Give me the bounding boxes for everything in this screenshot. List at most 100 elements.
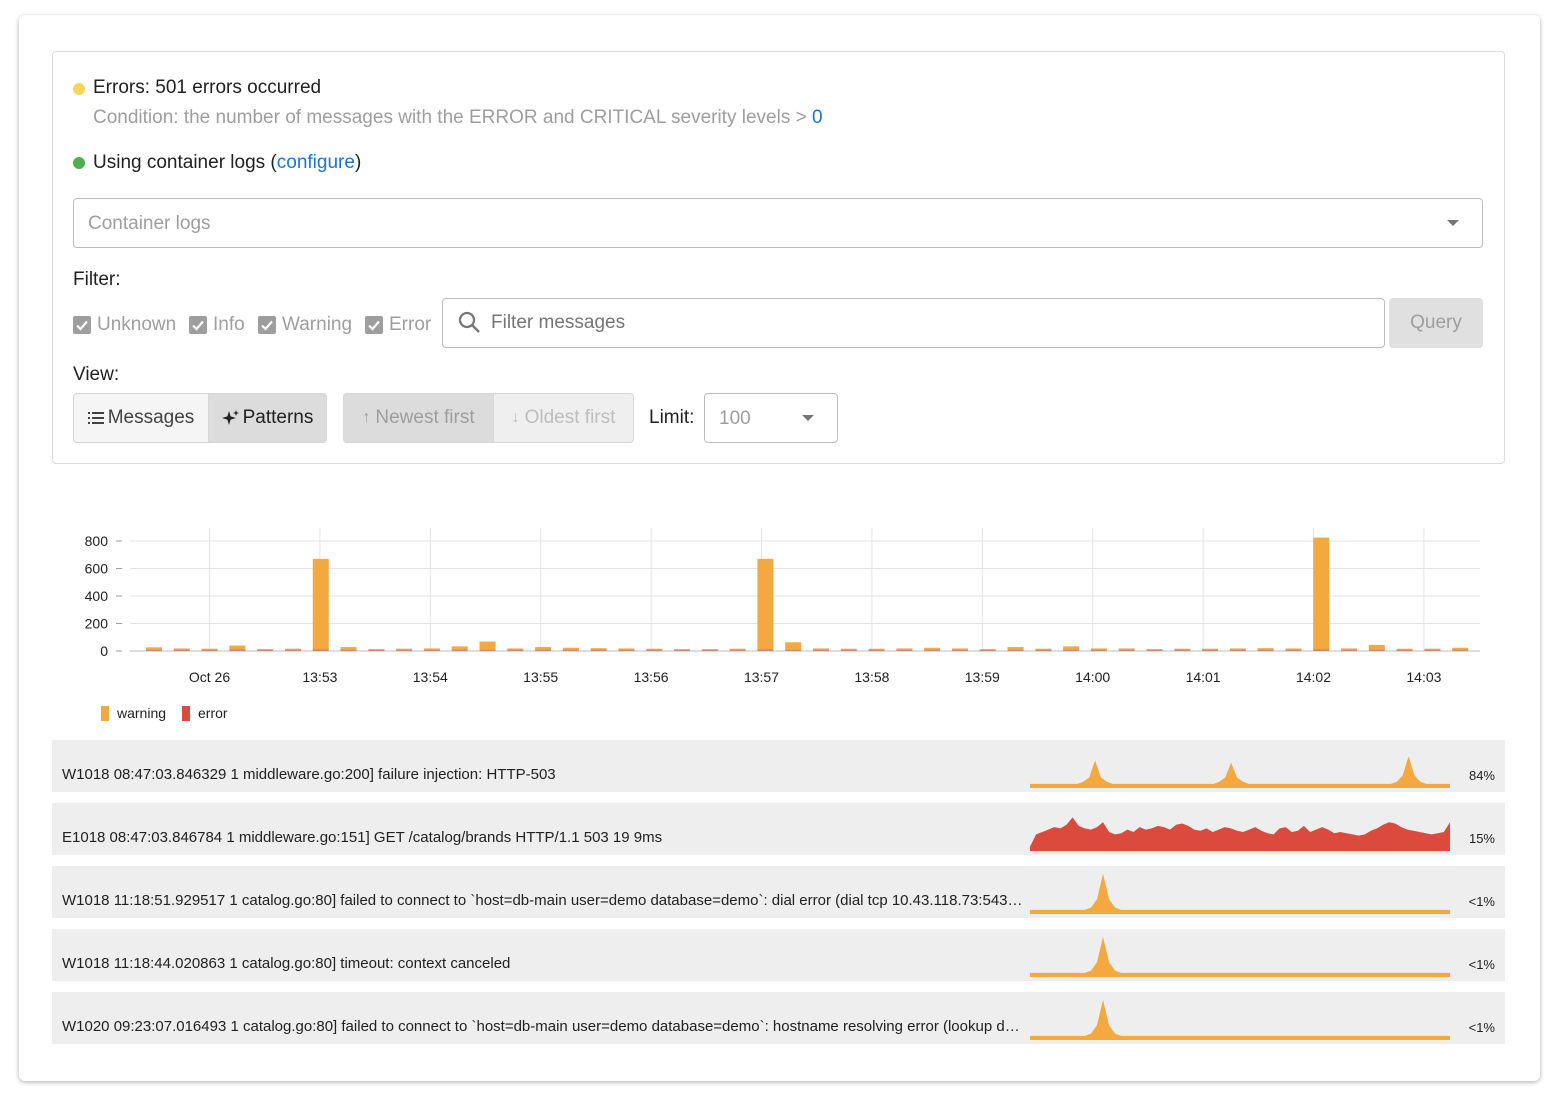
bar-warning	[868, 648, 885, 650]
container-logs-select[interactable]: Container logs	[73, 198, 1483, 248]
bar-warning	[173, 648, 190, 650]
pattern-sparkline	[1030, 999, 1450, 1040]
sparkline-area	[1030, 756, 1450, 788]
search-icon	[458, 311, 480, 333]
bar-warning	[201, 648, 218, 650]
x-tick-label: 14:00	[1075, 669, 1110, 685]
bar-warning	[979, 649, 996, 650]
bar-warning	[562, 647, 579, 650]
filter-label: Filter:	[73, 269, 121, 290]
bar-warning	[396, 648, 413, 650]
bar-warning	[1396, 648, 1413, 650]
limit-select-value: 100	[719, 408, 751, 429]
patterns-view-button[interactable]: Patterns	[208, 393, 327, 443]
messages-view-label: Messages	[107, 407, 195, 428]
checkbox-warning[interactable]	[258, 316, 276, 334]
legend-warning-label: warning	[117, 705, 167, 721]
bar-warning	[1202, 648, 1219, 650]
x-tick-label: 13:56	[634, 669, 669, 685]
pattern-row[interactable]: E1018 08:47:03.846784 1 middleware.go:15…	[52, 803, 1505, 855]
newest-first-label: Newest first	[375, 407, 475, 428]
query-button[interactable]: Query	[1389, 298, 1483, 348]
bar-warning	[1146, 649, 1163, 650]
bar-warning	[1063, 646, 1080, 650]
messages-view-button[interactable]: Messages	[73, 393, 209, 443]
filter-messages-input[interactable]	[491, 309, 1361, 337]
pattern-percent: <1%	[1468, 1020, 1495, 1035]
x-tick-label: 14:03	[1406, 669, 1441, 685]
y-tick-label: 600	[85, 561, 109, 577]
checkbox-unknown[interactable]	[73, 316, 91, 334]
newest-first-button[interactable]: ↑ Newest first	[343, 393, 494, 443]
checkbox-error[interactable]	[365, 316, 383, 334]
bar-warning	[1452, 647, 1469, 650]
arrow-down-icon: ↓	[511, 409, 520, 426]
condition-threshold-link[interactable]: 0	[812, 107, 823, 128]
pattern-row[interactable]: W1020 09:23:07.016493 1 catalog.go:80] f…	[52, 992, 1505, 1044]
pattern-sparkline	[1030, 756, 1450, 788]
check-icon	[192, 320, 204, 331]
oldest-first-button[interactable]: ↓ Oldest first	[493, 393, 634, 443]
check-icon	[261, 320, 273, 331]
bar-warning	[924, 647, 941, 650]
pattern-row[interactable]: W1018 11:18:51.929517 1 catalog.go:80] f…	[52, 866, 1505, 918]
bar-warning	[257, 649, 274, 650]
pattern-percent: 84%	[1468, 768, 1495, 783]
x-tick-label: 13:53	[302, 669, 337, 685]
check-icon	[368, 320, 380, 331]
sparkline-area	[1030, 999, 1450, 1040]
check-icon	[76, 320, 88, 331]
checkbox-error-label: Error	[389, 314, 432, 335]
checkbox-info-label: Info	[213, 314, 245, 335]
bar-warning	[1118, 648, 1135, 650]
sparkle-icon	[221, 410, 239, 425]
bar-warning	[479, 641, 496, 650]
container-logs-select-value: Container logs	[88, 213, 211, 234]
legend-warning-swatch	[101, 706, 109, 721]
bar-warning	[701, 649, 718, 650]
pattern-row[interactable]: W1018 11:18:44.020863 1 catalog.go:80] t…	[52, 929, 1505, 981]
pattern-text: W1018 11:18:51.929517 1 catalog.go:80] f…	[62, 892, 1024, 909]
bar-warning	[1313, 537, 1330, 650]
pattern-text: W1018 08:47:03.846329 1 middleware.go:20…	[62, 766, 556, 783]
sparkline-area	[1030, 873, 1450, 914]
bar-warning	[674, 649, 691, 650]
legend-error-label: error	[198, 705, 228, 721]
bar-warning	[451, 646, 468, 650]
x-tick-label: 13:59	[965, 669, 1000, 685]
bar-warning	[813, 648, 829, 650]
checkbox-info[interactable]	[189, 316, 207, 334]
limit-select[interactable]: 100	[704, 393, 838, 443]
bar-warning	[146, 647, 162, 650]
pattern-text: E1018 08:47:03.846784 1 middleware.go:15…	[62, 829, 663, 846]
configure-link[interactable]: configure	[277, 152, 355, 173]
bar-warning	[1424, 648, 1441, 650]
x-tick-label: 13:58	[854, 669, 889, 685]
bar-warning	[1368, 644, 1385, 650]
bar-warning	[284, 648, 301, 650]
bar-warning	[1341, 648, 1358, 650]
pattern-row[interactable]: W1018 08:47:03.846329 1 middleware.go:20…	[52, 740, 1505, 792]
bar-warning	[1035, 648, 1052, 650]
status-dot-icon	[73, 83, 85, 95]
sparkline-area	[1030, 817, 1450, 851]
condition-line: Condition: the number of messages with t…	[93, 106, 823, 130]
bar-warning	[1285, 648, 1302, 650]
pattern-sparkline	[1030, 936, 1450, 977]
checkbox-unknown-label: Unknown	[97, 314, 177, 335]
log-volume-chart: Oct 26 13:53 13:54 13:55 13:56 13:57 13:58 13:5…	[85, 528, 1480, 685]
bar-warning	[229, 645, 246, 650]
bar-warning	[312, 558, 329, 650]
bar-warning	[896, 648, 913, 650]
chevron-down-icon	[802, 415, 814, 421]
source-prefix: Using container logs (	[93, 152, 277, 173]
bar-warning	[507, 648, 524, 650]
bar-warning	[368, 649, 385, 650]
source-line: Using container logs (configure)	[93, 151, 361, 175]
filter-messages-field[interactable]	[442, 298, 1385, 348]
x-tick-label: 13:55	[523, 669, 558, 685]
bar-warning	[590, 648, 607, 650]
limit-label: Limit:	[649, 407, 695, 428]
x-tick-label: 13:54	[413, 669, 448, 685]
source-suffix: )	[354, 152, 362, 173]
